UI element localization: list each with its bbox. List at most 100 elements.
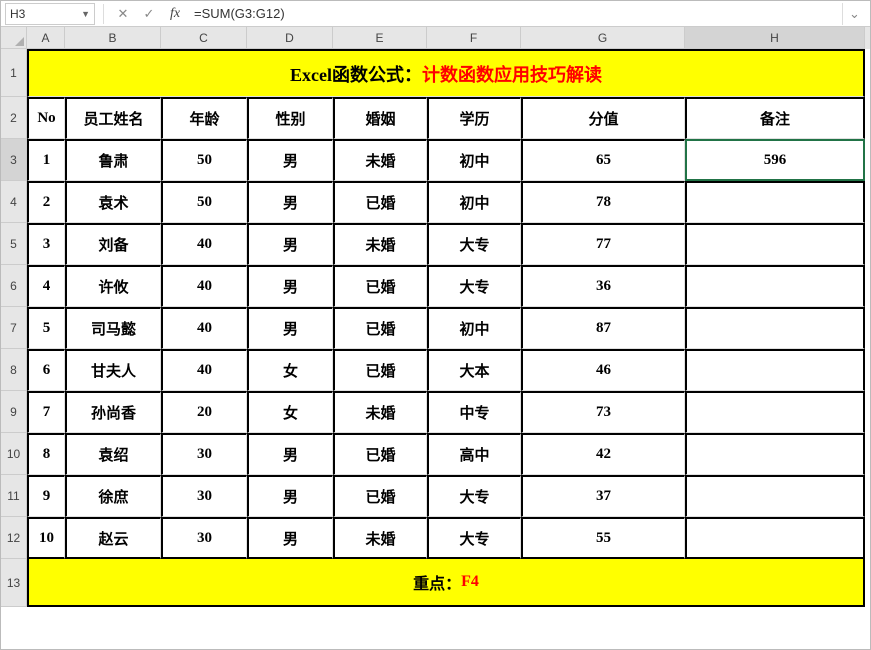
data-cell[interactable]: 3 <box>27 223 65 265</box>
data-cell[interactable]: 8 <box>27 433 65 475</box>
column-header-A[interactable]: A <box>27 27 65 49</box>
data-cell[interactable]: 50 <box>161 139 247 181</box>
header-cell[interactable]: 性别 <box>247 97 333 139</box>
header-cell[interactable]: 分值 <box>521 97 685 139</box>
data-cell[interactable]: 男 <box>247 475 333 517</box>
data-cell[interactable]: 10 <box>27 517 65 559</box>
data-cell[interactable]: 42 <box>521 433 685 475</box>
row-header-10[interactable]: 10 <box>1 433 27 475</box>
fx-icon[interactable]: fx <box>164 3 186 25</box>
data-cell[interactable]: 大专 <box>427 475 521 517</box>
row-header-4[interactable]: 4 <box>1 181 27 223</box>
data-cell[interactable]: 初中 <box>427 139 521 181</box>
data-cell[interactable]: 已婚 <box>333 475 427 517</box>
data-cell[interactable]: 大专 <box>427 265 521 307</box>
data-cell[interactable]: 55 <box>521 517 685 559</box>
data-cell[interactable]: 78 <box>521 181 685 223</box>
data-cell[interactable]: 5 <box>27 307 65 349</box>
column-header-G[interactable]: G <box>521 27 685 49</box>
column-header-C[interactable]: C <box>161 27 247 49</box>
data-cell[interactable]: 鲁肃 <box>65 139 161 181</box>
data-cell[interactable]: 30 <box>161 517 247 559</box>
data-cell[interactable]: 46 <box>521 349 685 391</box>
data-cell[interactable] <box>685 517 865 559</box>
row-header-3[interactable]: 3 <box>1 139 27 181</box>
data-cell[interactable]: 40 <box>161 265 247 307</box>
data-cell[interactable]: 高中 <box>427 433 521 475</box>
data-cell[interactable]: 未婚 <box>333 391 427 433</box>
data-cell[interactable]: 30 <box>161 433 247 475</box>
data-cell[interactable]: 刘备 <box>65 223 161 265</box>
data-cell[interactable]: 男 <box>247 517 333 559</box>
row-header-2[interactable]: 2 <box>1 97 27 139</box>
data-cell[interactable]: 男 <box>247 223 333 265</box>
row-header-7[interactable]: 7 <box>1 307 27 349</box>
data-cell[interactable]: 已婚 <box>333 349 427 391</box>
cancel-icon[interactable]: ✕ <box>112 3 134 25</box>
data-cell[interactable]: 甘夫人 <box>65 349 161 391</box>
data-cell[interactable] <box>685 433 865 475</box>
data-cell[interactable]: 徐庶 <box>65 475 161 517</box>
data-cell[interactable]: 大本 <box>427 349 521 391</box>
data-cell[interactable]: 女 <box>247 349 333 391</box>
data-cell[interactable]: 中专 <box>427 391 521 433</box>
row-header-8[interactable]: 8 <box>1 349 27 391</box>
data-cell[interactable]: 已婚 <box>333 181 427 223</box>
data-cell[interactable]: 4 <box>27 265 65 307</box>
data-cell[interactable]: 初中 <box>427 181 521 223</box>
data-cell[interactable]: 7 <box>27 391 65 433</box>
data-cell[interactable]: 未婚 <box>333 517 427 559</box>
data-cell[interactable]: 女 <box>247 391 333 433</box>
data-cell[interactable]: 50 <box>161 181 247 223</box>
data-cell[interactable]: 已婚 <box>333 307 427 349</box>
data-cell[interactable]: 初中 <box>427 307 521 349</box>
data-cell[interactable]: 已婚 <box>333 265 427 307</box>
data-cell[interactable]: 袁绍 <box>65 433 161 475</box>
data-cell[interactable]: 男 <box>247 265 333 307</box>
row-header-5[interactable]: 5 <box>1 223 27 265</box>
header-cell[interactable]: 婚姻 <box>333 97 427 139</box>
data-cell[interactable]: 30 <box>161 475 247 517</box>
row-header-9[interactable]: 9 <box>1 391 27 433</box>
data-cell[interactable] <box>685 181 865 223</box>
data-cell[interactable]: 已婚 <box>333 433 427 475</box>
header-cell[interactable]: 学历 <box>427 97 521 139</box>
data-cell[interactable]: 男 <box>247 139 333 181</box>
data-cell[interactable]: 2 <box>27 181 65 223</box>
data-cell[interactable]: 未婚 <box>333 139 427 181</box>
select-all-button[interactable] <box>1 27 27 49</box>
data-cell[interactable] <box>685 307 865 349</box>
column-header-E[interactable]: E <box>333 27 427 49</box>
data-cell[interactable]: 40 <box>161 349 247 391</box>
row-header-6[interactable]: 6 <box>1 265 27 307</box>
data-cell[interactable]: 20 <box>161 391 247 433</box>
data-cell[interactable]: 1 <box>27 139 65 181</box>
data-cell[interactable]: 男 <box>247 433 333 475</box>
data-cell[interactable]: 赵云 <box>65 517 161 559</box>
data-cell[interactable]: 男 <box>247 181 333 223</box>
data-cell[interactable]: 36 <box>521 265 685 307</box>
data-cell[interactable]: 司马懿 <box>65 307 161 349</box>
data-cell[interactable]: 大专 <box>427 223 521 265</box>
active-cell[interactable]: 596 <box>685 139 865 181</box>
name-box[interactable]: H3 ▼ <box>5 3 95 25</box>
data-cell[interactable]: 6 <box>27 349 65 391</box>
data-cell[interactable]: 37 <box>521 475 685 517</box>
data-cell[interactable] <box>685 349 865 391</box>
data-cell[interactable]: 孙尚香 <box>65 391 161 433</box>
data-cell[interactable]: 73 <box>521 391 685 433</box>
formula-input[interactable] <box>190 3 838 25</box>
data-cell[interactable] <box>685 475 865 517</box>
data-cell[interactable] <box>685 265 865 307</box>
data-cell[interactable]: 9 <box>27 475 65 517</box>
column-header-H[interactable]: H <box>685 27 865 49</box>
data-cell[interactable]: 87 <box>521 307 685 349</box>
row-header-12[interactable]: 12 <box>1 517 27 559</box>
header-cell[interactable]: 员工姓名 <box>65 97 161 139</box>
data-cell[interactable]: 65 <box>521 139 685 181</box>
title-cell[interactable]: Excel函数公式：计数函数应用技巧解读 <box>27 49 865 97</box>
data-cell[interactable]: 77 <box>521 223 685 265</box>
header-cell[interactable]: No <box>27 97 65 139</box>
column-header-D[interactable]: D <box>247 27 333 49</box>
data-cell[interactable]: 许攸 <box>65 265 161 307</box>
